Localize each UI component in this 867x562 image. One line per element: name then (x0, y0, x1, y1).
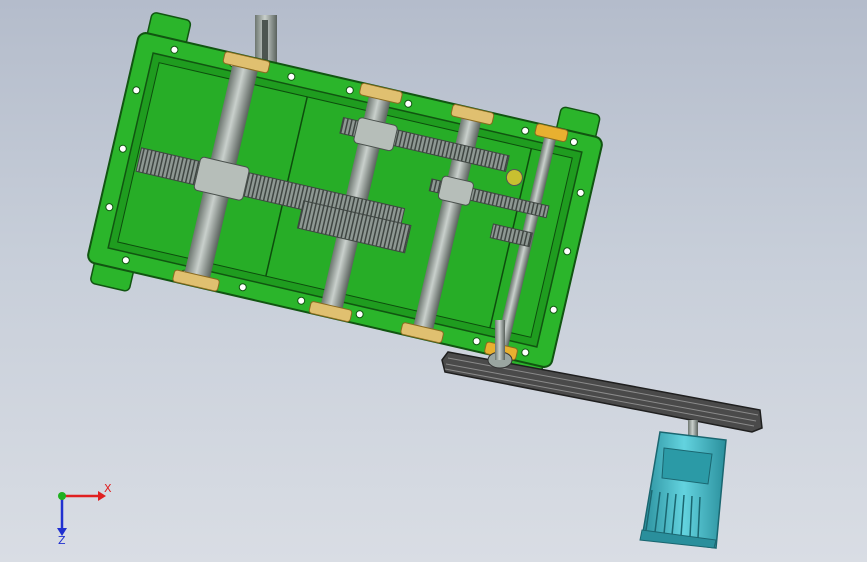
terminal-box (661, 447, 713, 485)
pulley-shaft (495, 320, 505, 360)
3d-viewport[interactable]: X Z (0, 0, 867, 562)
electric-motor[interactable] (639, 420, 727, 549)
x-axis-label: X (104, 482, 112, 495)
coordinate-triad: X Z (57, 482, 112, 547)
z-axis-label: Z (58, 534, 66, 547)
gearbox-model[interactable] (0, 0, 867, 562)
gearbox-housing[interactable] (82, 10, 608, 388)
y-axis-dot (58, 492, 66, 500)
